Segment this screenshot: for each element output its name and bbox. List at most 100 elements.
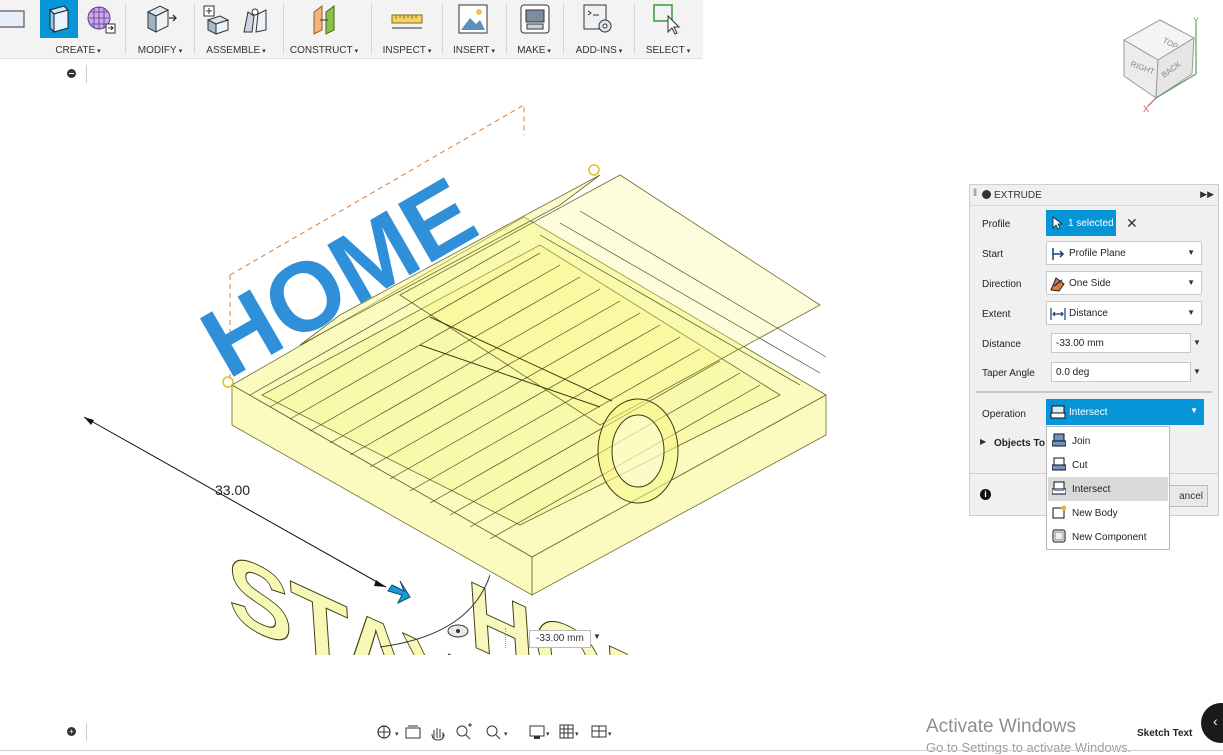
add-comment-icon[interactable]: + (67, 727, 76, 736)
toolbar-group-modify-label[interactable]: MODIFY ▾ (130, 45, 190, 56)
create-form-icon[interactable] (84, 2, 118, 36)
distance-mini-dropdown-arrow[interactable]: ▼ (593, 632, 601, 641)
objects-to-cut-label[interactable]: Objects To (994, 438, 1045, 449)
toolbar-group-modify: MODIFY ▾ (130, 0, 190, 58)
clear-selection-icon[interactable]: ✕ (1126, 215, 1138, 232)
menu-item-new-body-label: New Body (1072, 508, 1118, 519)
modify-caret: ▾ (178, 48, 183, 55)
assemble-label: ASSEMBLE (206, 45, 261, 56)
make-label: MAKE (517, 45, 546, 56)
toolbar-group-inspect-label[interactable]: INSPECT ▾ (376, 45, 438, 56)
menu-item-intersect[interactable]: Intersect (1048, 477, 1168, 501)
press-pull-icon[interactable] (142, 2, 178, 36)
collapse-browser-button[interactable] (67, 69, 76, 78)
toolbar-separator (563, 4, 564, 54)
menu-item-cut[interactable]: Cut (1048, 453, 1168, 477)
extrude-icon[interactable] (40, 0, 78, 38)
svg-text:▾: ▾ (546, 731, 550, 738)
toolbar-group-assemble-label[interactable]: ASSEMBLE ▾ (198, 45, 274, 56)
distance-input[interactable]: -33.00 mm (1051, 333, 1191, 353)
axis-x-label: X (1143, 104, 1149, 114)
inspect-caret: ▾ (427, 48, 432, 55)
look-at-icon[interactable] (405, 725, 421, 739)
activate-windows-subtitle: Go to Settings to activate Windows. (926, 740, 1132, 754)
chevron-down-icon: ▼ (1187, 308, 1195, 317)
operation-label: Operation (982, 409, 1026, 420)
construct-caret: ▾ (354, 48, 359, 55)
svg-text:▾: ▾ (395, 731, 399, 738)
select-caret: ▾ (686, 48, 691, 55)
toolbar-group-addins: ADD-INS ▾ (567, 0, 631, 58)
browser-panel-header (0, 65, 87, 83)
toolbar-group-construct: CONSTRUCT ▾ (288, 0, 360, 58)
toolbar-group-addins-label[interactable]: ADD-INS ▾ (567, 45, 631, 56)
comments-panel-header: + (0, 723, 87, 741)
chevron-down-icon: ▼ (1187, 278, 1195, 287)
orbit-icon[interactable] (377, 725, 391, 739)
taper-angle-input[interactable]: 0.0 deg (1051, 362, 1191, 382)
new-component-icon[interactable] (200, 2, 234, 36)
toolbar-group-assemble: ASSEMBLE ▾ (198, 0, 274, 58)
toolbar-group-create-label[interactable]: CREATE ▾ (36, 45, 120, 56)
operation-dropdown[interactable]: Intersect ▼ (1046, 399, 1204, 425)
chevron-down-icon: ▼ (1190, 406, 1198, 415)
start-dropdown[interactable]: Profile Plane ▼ (1046, 241, 1202, 265)
viewcube[interactable]: TOP RIGHT BACK Y X (1110, 12, 1206, 114)
profile-selection-button[interactable]: 1 selected (1046, 210, 1116, 236)
toolbar-group-make-label[interactable]: MAKE ▾ (510, 45, 558, 56)
distance-dropdown-arrow[interactable]: ▼ (1193, 338, 1201, 347)
svg-text:▾: ▾ (608, 731, 612, 738)
objects-expand-icon[interactable]: ▶ (980, 437, 986, 446)
menu-item-join-label: Join (1072, 436, 1091, 447)
pan-icon[interactable] (431, 728, 445, 741)
distance-mini-input[interactable]: -33.00 mm (529, 630, 591, 648)
extent-dropdown[interactable]: Distance ▼ (1046, 301, 1202, 325)
toolbar-group-insert-label[interactable]: INSERT ▾ (446, 45, 502, 56)
info-icon[interactable]: i (980, 489, 991, 500)
menu-item-new-body[interactable]: New Body (1048, 501, 1168, 525)
navigation-bar: ▾ ▾ ▾ ▾ ▾ (374, 720, 622, 744)
insert-image-icon[interactable] (456, 2, 490, 36)
model-text-stay: STAY (224, 529, 471, 655)
distance-mini-input-group: -33.00 mm ▼ (505, 628, 601, 648)
toolbar-group-construct-label[interactable]: CONSTRUCT ▾ (288, 45, 360, 56)
toolbar-separator (125, 4, 126, 54)
menu-item-join[interactable]: Join (1048, 429, 1168, 453)
select-icon[interactable] (650, 2, 686, 36)
sketch-icon[interactable] (0, 8, 26, 30)
offset-plane-icon[interactable] (308, 2, 342, 36)
main-toolbar: CREATE ▾ MODIFY ▾ ASSEMBLE ▾ CONSTRUCT ▾ INS… (0, 0, 703, 59)
scripts-icon[interactable] (581, 2, 615, 36)
one-side-icon (1050, 277, 1065, 292)
fit-icon[interactable] (486, 725, 501, 740)
expand-dialog-icon[interactable]: ▶▶ (1200, 189, 1214, 200)
svg-text:▾: ▾ (575, 731, 579, 738)
cancel-button[interactable]: ancel (1166, 485, 1208, 507)
insert-label: INSERT (452, 45, 490, 56)
display-settings-icon[interactable] (529, 725, 545, 739)
model-viewport[interactable]: STAY HOME HOME 33.00 (0, 95, 900, 655)
addins-caret: ▾ (618, 48, 623, 55)
zoom-icon[interactable] (456, 723, 472, 740)
activate-windows-title: Activate Windows (926, 716, 1076, 737)
toolbar-group-select-label[interactable]: SELECT ▾ (638, 45, 698, 56)
menu-item-new-component[interactable]: New Component (1048, 525, 1168, 549)
toolbar-separator (194, 4, 195, 54)
text-commands-button[interactable]: ‹ (1201, 703, 1223, 743)
taper-angle-dropdown-arrow[interactable]: ▼ (1193, 367, 1201, 376)
start-value: Profile Plane (1069, 248, 1126, 259)
extrude-manipulator-arrow[interactable] (387, 580, 411, 605)
measure-icon[interactable] (390, 2, 424, 36)
joint-icon[interactable] (238, 2, 272, 36)
chevron-left-icon: ‹ (1213, 713, 1218, 729)
3d-print-icon[interactable] (518, 2, 552, 36)
drag-handle-icon[interactable]: ‖ (973, 188, 977, 199)
direction-dropdown[interactable]: One Side ▼ (1046, 271, 1202, 295)
dimension-label[interactable]: 33.00 (215, 482, 250, 498)
taper-angle-label: Taper Angle (982, 368, 1035, 379)
viewports-icon[interactable] (591, 725, 607, 738)
grid-settings-icon[interactable] (559, 724, 574, 739)
collapse-dialog-icon[interactable] (982, 190, 991, 199)
extent-label: Extent (982, 309, 1011, 320)
select-label: SELECT (645, 45, 685, 56)
